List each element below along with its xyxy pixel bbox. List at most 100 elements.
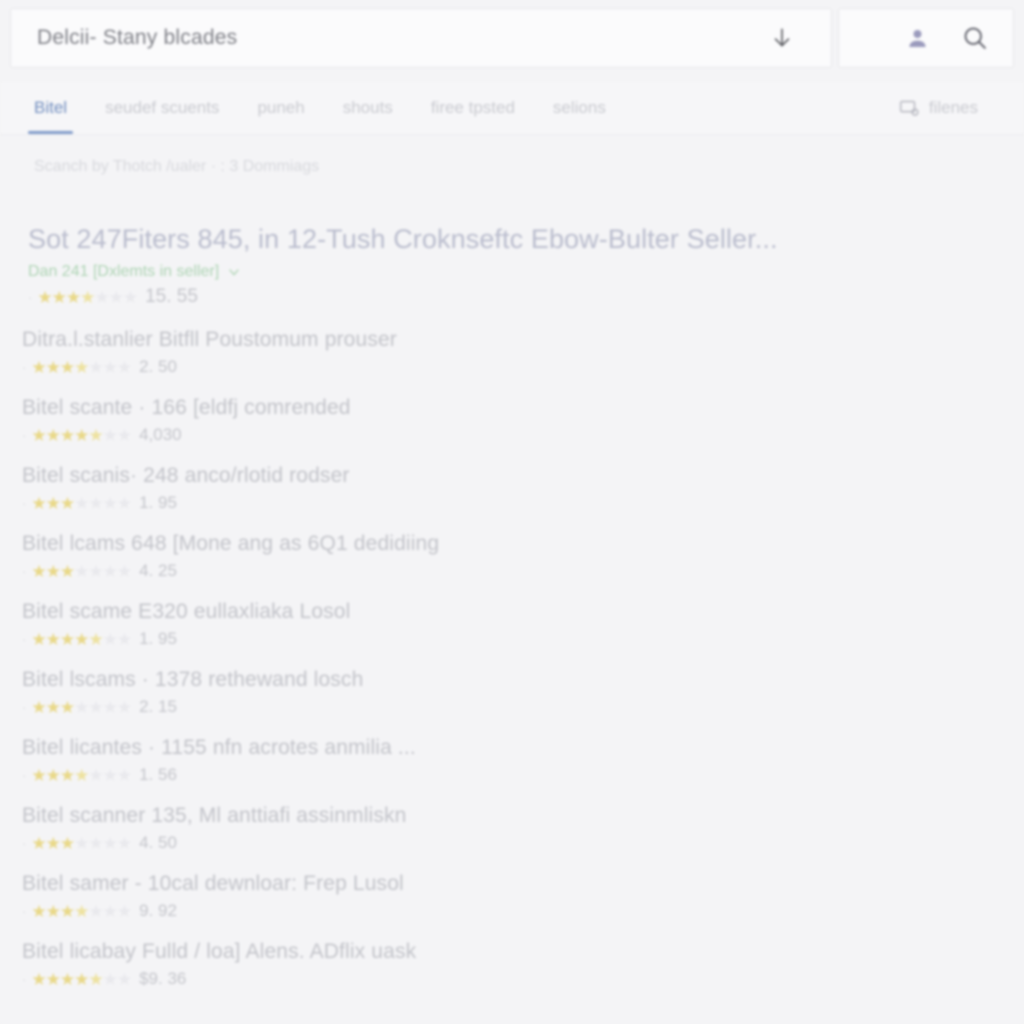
price-label: 1. 56 xyxy=(139,765,177,784)
star-glyph: ★ xyxy=(102,765,118,785)
list-item[interactable]: Bitel scame E320 eullaxliaka Losol · ★ ★ ★… xyxy=(22,600,1002,668)
star-glyph: ★ xyxy=(74,901,89,921)
star-rating: ★ ★ ★ ★ ★ ★ ★ xyxy=(31,901,132,921)
star-glyph: ★ xyxy=(88,425,103,445)
star-glyph: ★ xyxy=(88,357,103,377)
star-rating: ★ ★ ★ ★ ★ ★ ★ xyxy=(31,561,132,581)
rating-bullet: · xyxy=(22,767,27,783)
star-glyph: ★ xyxy=(59,425,75,445)
star-glyph: ★ xyxy=(45,697,61,717)
list-item[interactable]: Ditra.l.stanlier Bitfll Poustomum prouse… xyxy=(22,328,1002,396)
star-glyph: ★ xyxy=(88,561,103,581)
list-item-title: Bitel scame E320 eullaxliaka Losol xyxy=(22,600,351,623)
star-glyph: ★ xyxy=(51,287,67,307)
list-item[interactable]: Bitel lcams 648 [Mone ang as 6Q1 dedidii… xyxy=(22,532,1002,600)
seller-label: Dan 241 [Dxlemts in seller] xyxy=(28,263,220,280)
star-glyph: ★ xyxy=(108,287,124,307)
list-item[interactable]: Bitel lscams · 1378 rethewand losch · ★ ★… xyxy=(22,668,1002,736)
featured-result[interactable]: Sot 247Fiters 845, in 12-Tush Croknseftc… xyxy=(28,224,988,308)
price-label: 1. 95 xyxy=(139,629,177,648)
star-glyph: ★ xyxy=(31,425,46,445)
results-subtitle: Scanch by Thotch /ualer · : 3 Dommiags xyxy=(34,158,320,175)
list-item-rating: · ★ ★ ★ ★ ★ ★ ★ 1. 56 xyxy=(22,765,1002,785)
star-glyph: ★ xyxy=(74,969,89,989)
star-glyph: ★ xyxy=(74,697,89,717)
star-glyph: ★ xyxy=(59,969,75,989)
star-glyph: ★ xyxy=(59,697,75,717)
star-glyph: ★ xyxy=(102,969,118,989)
star-glyph: ★ xyxy=(102,493,118,513)
star-glyph: ★ xyxy=(31,493,46,513)
tab-puneh[interactable]: puneh xyxy=(257,82,304,134)
search-results-app: Delcii- Stany blcades Bitel seudef scuen… xyxy=(0,0,1024,1024)
star-glyph: ★ xyxy=(116,969,132,989)
tab-shouts[interactable]: shouts xyxy=(343,82,393,134)
list-item[interactable]: Bitel scante · 166 [eldfj comrended · ★ ★… xyxy=(22,396,1002,464)
star-rating: ★ ★ ★ ★ ★ ★ ★ xyxy=(31,833,132,853)
list-item-rating: · ★ ★ ★ ★ ★ ★ ★ 9. 92 xyxy=(22,901,1002,921)
download-arrow-icon[interactable] xyxy=(765,21,799,55)
tab-bitel[interactable]: Bitel xyxy=(27,82,74,134)
price-label: 4. 25 xyxy=(139,561,177,580)
list-item-title: Bitel scanner 135, Ml anttiafi assinmlis… xyxy=(22,804,407,827)
star-glyph: ★ xyxy=(116,357,132,377)
list-item-title: Bitel licantes · 1155 nfn acrotes anmili… xyxy=(22,736,416,759)
rating-bullet: · xyxy=(22,835,27,851)
star-glyph: ★ xyxy=(59,561,75,581)
person-icon[interactable] xyxy=(904,25,931,52)
star-rating: ★ ★ ★ ★ ★ ★ ★ xyxy=(31,697,132,717)
list-item-rating: · ★ ★ ★ ★ ★ ★ ★ 2. 50 xyxy=(22,357,1002,377)
star-glyph: ★ xyxy=(74,425,89,445)
star-rating: ★ ★ ★ ★ ★ ★ ★ xyxy=(31,493,132,513)
featured-result-title: Sot 247Fiters 845, in 12-Tush Croknseftc… xyxy=(28,224,778,254)
list-item[interactable]: Bitel scanner 135, Ml anttiafi assinmlis… xyxy=(22,804,1002,872)
star-glyph: ★ xyxy=(88,833,103,853)
star-glyph: ★ xyxy=(116,833,132,853)
star-glyph: ★ xyxy=(31,561,46,581)
tab-seudef-scuents[interactable]: seudef scuents xyxy=(105,82,219,134)
star-rating: ★ ★ ★ ★ ★ ★ ★ xyxy=(31,969,132,989)
list-item-title: Ditra.l.stanlier Bitfll Poustomum prouse… xyxy=(22,328,397,351)
star-glyph: ★ xyxy=(94,287,109,307)
list-item[interactable]: Bitel samer - 10cal dewnloar: Frep Lusol… xyxy=(22,872,1002,940)
chevron-down-icon[interactable] xyxy=(226,264,242,280)
list-item[interactable]: Bitel scanis· 248 anco/rlotid rodser · ★… xyxy=(22,464,1002,532)
star-glyph: ★ xyxy=(45,629,61,649)
list-item[interactable]: Bitel licabay Fulld / loa] Alens. ADflix… xyxy=(22,940,1002,1008)
search-input[interactable]: Delcii- Stany blcades xyxy=(10,8,832,68)
star-glyph: ★ xyxy=(45,357,61,377)
filter-screen-icon xyxy=(898,97,920,119)
tab-firee-tpsted[interactable]: firee tpsted xyxy=(431,82,515,134)
star-glyph: ★ xyxy=(102,697,118,717)
star-glyph: ★ xyxy=(116,697,132,717)
rating-bullet: · xyxy=(22,359,27,375)
list-item-title: Bitel lscams · 1378 rethewand losch xyxy=(22,668,364,691)
featured-result-seller[interactable]: Dan 241 [Dxlemts in seller] xyxy=(28,263,988,281)
star-glyph: ★ xyxy=(59,901,75,921)
price-label: 1. 95 xyxy=(139,493,177,512)
star-glyph: ★ xyxy=(80,287,95,307)
star-glyph: ★ xyxy=(102,357,118,377)
price-label: 15. 55 xyxy=(145,286,198,307)
list-item[interactable]: Bitel licantes · 1155 nfn acrotes anmili… xyxy=(22,736,1002,804)
price-label: 2. 15 xyxy=(139,697,177,716)
price-label: 4,030 xyxy=(139,425,182,444)
list-item-title: Bitel samer - 10cal dewnloar: Frep Lusol xyxy=(22,872,404,895)
rating-bullet: · xyxy=(22,563,27,579)
list-item-title: Bitel lcams 648 [Mone ang as 6Q1 dedidii… xyxy=(22,532,440,555)
rating-bullet: · xyxy=(22,631,27,647)
search-icon[interactable] xyxy=(961,24,989,52)
star-glyph: ★ xyxy=(59,833,75,853)
star-glyph: ★ xyxy=(116,765,132,785)
rating-bullet: · xyxy=(28,289,33,305)
star-glyph: ★ xyxy=(102,833,118,853)
star-rating: ★ ★ ★ ★ ★ ★ ★ xyxy=(31,425,132,445)
tab-selions[interactable]: selions xyxy=(553,82,606,134)
price-label: 2. 50 xyxy=(139,357,177,376)
star-glyph: ★ xyxy=(122,287,138,307)
search-query-text: Delcii- Stany blcades xyxy=(37,26,238,49)
filenes-button[interactable]: filenes xyxy=(898,97,978,119)
rating-bullet: · xyxy=(22,495,27,511)
star-glyph: ★ xyxy=(74,833,89,853)
star-glyph: ★ xyxy=(74,765,89,785)
